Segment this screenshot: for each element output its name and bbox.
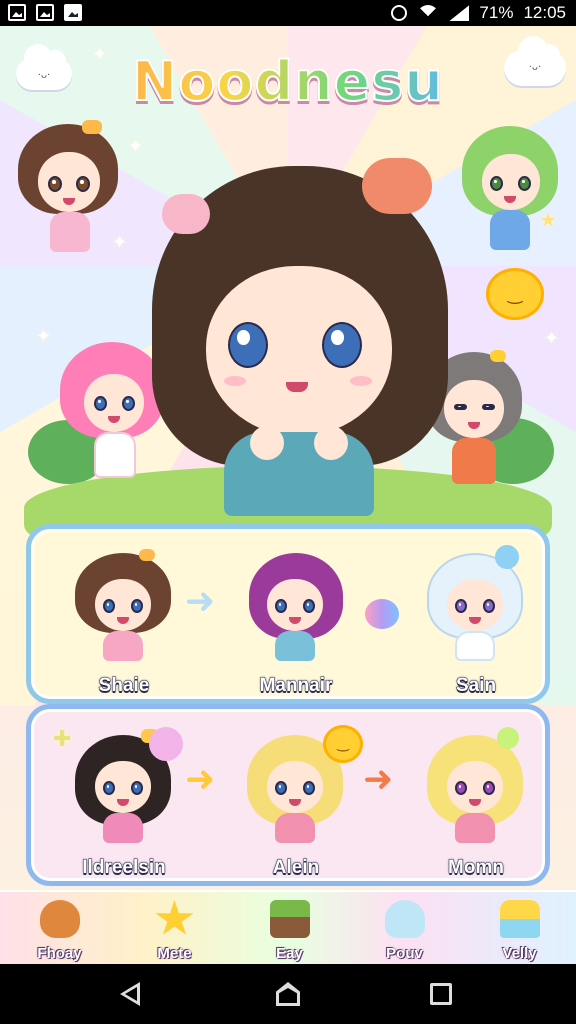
status-bar: 71% 12:05	[0, 0, 576, 26]
sparkle-icon: ✦	[128, 136, 144, 157]
battery-level: 71%	[479, 3, 514, 22]
game-screen: ·ᴗ· ·ᴗ· Noodnesu ✦ ✦ ✦ ✦ ★ ✦ ✦ ‿	[0, 26, 576, 964]
arrow-right-icon: ➜	[185, 581, 216, 622]
candy-orb-icon	[149, 727, 183, 761]
back-button[interactable]	[120, 982, 140, 1006]
chibi-sain	[421, 545, 531, 665]
slot-name: Sain	[455, 675, 497, 697]
menu-label: Mete	[157, 945, 192, 962]
sparkle-icon: ✦	[36, 326, 52, 347]
arrow-right-icon: ➜	[185, 759, 216, 800]
character-slot-sain[interactable]: Sain	[411, 541, 541, 701]
star-heart-icon	[155, 900, 194, 935]
menu-label: Fhoay	[37, 945, 82, 962]
notification-icons	[8, 4, 82, 21]
slot-name: Mannair	[259, 675, 333, 697]
ghost-icon	[384, 900, 425, 938]
slot-name: Ildreelsin	[82, 857, 166, 879]
app-notification-icon	[64, 4, 82, 21]
gallery-icon	[8, 4, 26, 21]
home-button[interactable]	[276, 982, 300, 1006]
chibi-momn	[421, 727, 531, 847]
game-title: Noodnesu	[0, 49, 576, 114]
fist-left	[250, 426, 284, 460]
arrow-right-icon: ➜	[363, 759, 394, 800]
sparkle-icon: ✦	[544, 328, 560, 349]
chibi-brown-hair-girl[interactable]	[14, 120, 124, 270]
smiling-sun-icon: ‿	[486, 268, 544, 320]
cake-icon	[269, 900, 310, 938]
menu-label: Eay	[276, 945, 303, 962]
fist-right	[314, 426, 348, 460]
menu-item-pouv[interactable]: Pouv	[347, 896, 462, 964]
character-slot-mannair[interactable]: Mannair	[231, 541, 361, 701]
cloud-face: ·ᴗ·	[37, 70, 51, 81]
smiling-sun-icon: ‿	[323, 725, 363, 763]
cookie-icon	[39, 900, 80, 938]
slot-name: Momn	[448, 857, 505, 879]
menu-item-fhoay[interactable]: Fhoay	[2, 896, 117, 964]
character-slot-momn[interactable]: Momn	[411, 723, 541, 883]
rainbow-token-icon	[365, 599, 399, 629]
sparkle-icon: ✦	[92, 44, 108, 65]
menu-item-mete[interactable]: Mete	[117, 896, 232, 964]
character-slot-shaie[interactable]: Shaie	[59, 541, 189, 701]
slot-name: Alein	[272, 857, 320, 879]
menu-label: Velly	[502, 945, 537, 962]
chibi-main-heroine[interactable]	[150, 136, 450, 526]
menu-item-velly[interactable]: Velly	[462, 896, 576, 964]
wifi-icon	[417, 5, 439, 21]
photo-icon	[36, 4, 54, 21]
bottom-menu: Fhoay Mete Eay Pouv Velly	[0, 890, 576, 964]
signal-icon	[449, 5, 470, 21]
chibi-mannair	[241, 545, 351, 665]
menu-item-eay[interactable]: Eay	[232, 896, 347, 964]
menu-label: Pouv	[386, 945, 423, 962]
status-indicators: 71% 12:05	[391, 3, 566, 23]
pudding-icon	[499, 900, 540, 938]
system-navigation-bar	[0, 964, 576, 1024]
recents-button[interactable]	[430, 983, 452, 1005]
merge-row-1: Shaie ➜ Mannair Sain	[26, 524, 550, 704]
chibi-shaie	[69, 545, 179, 665]
chibi-green-hair-girl[interactable]	[456, 120, 566, 270]
clock: 12:05	[523, 3, 566, 22]
merge-row-2: ✚ Ildreelsin ➜ Alein ‿ ➜ Momn	[26, 704, 550, 886]
alarm-icon	[391, 5, 408, 21]
cloud-face: ·ᴗ·	[528, 62, 542, 73]
slot-name: Shaie	[98, 675, 150, 697]
